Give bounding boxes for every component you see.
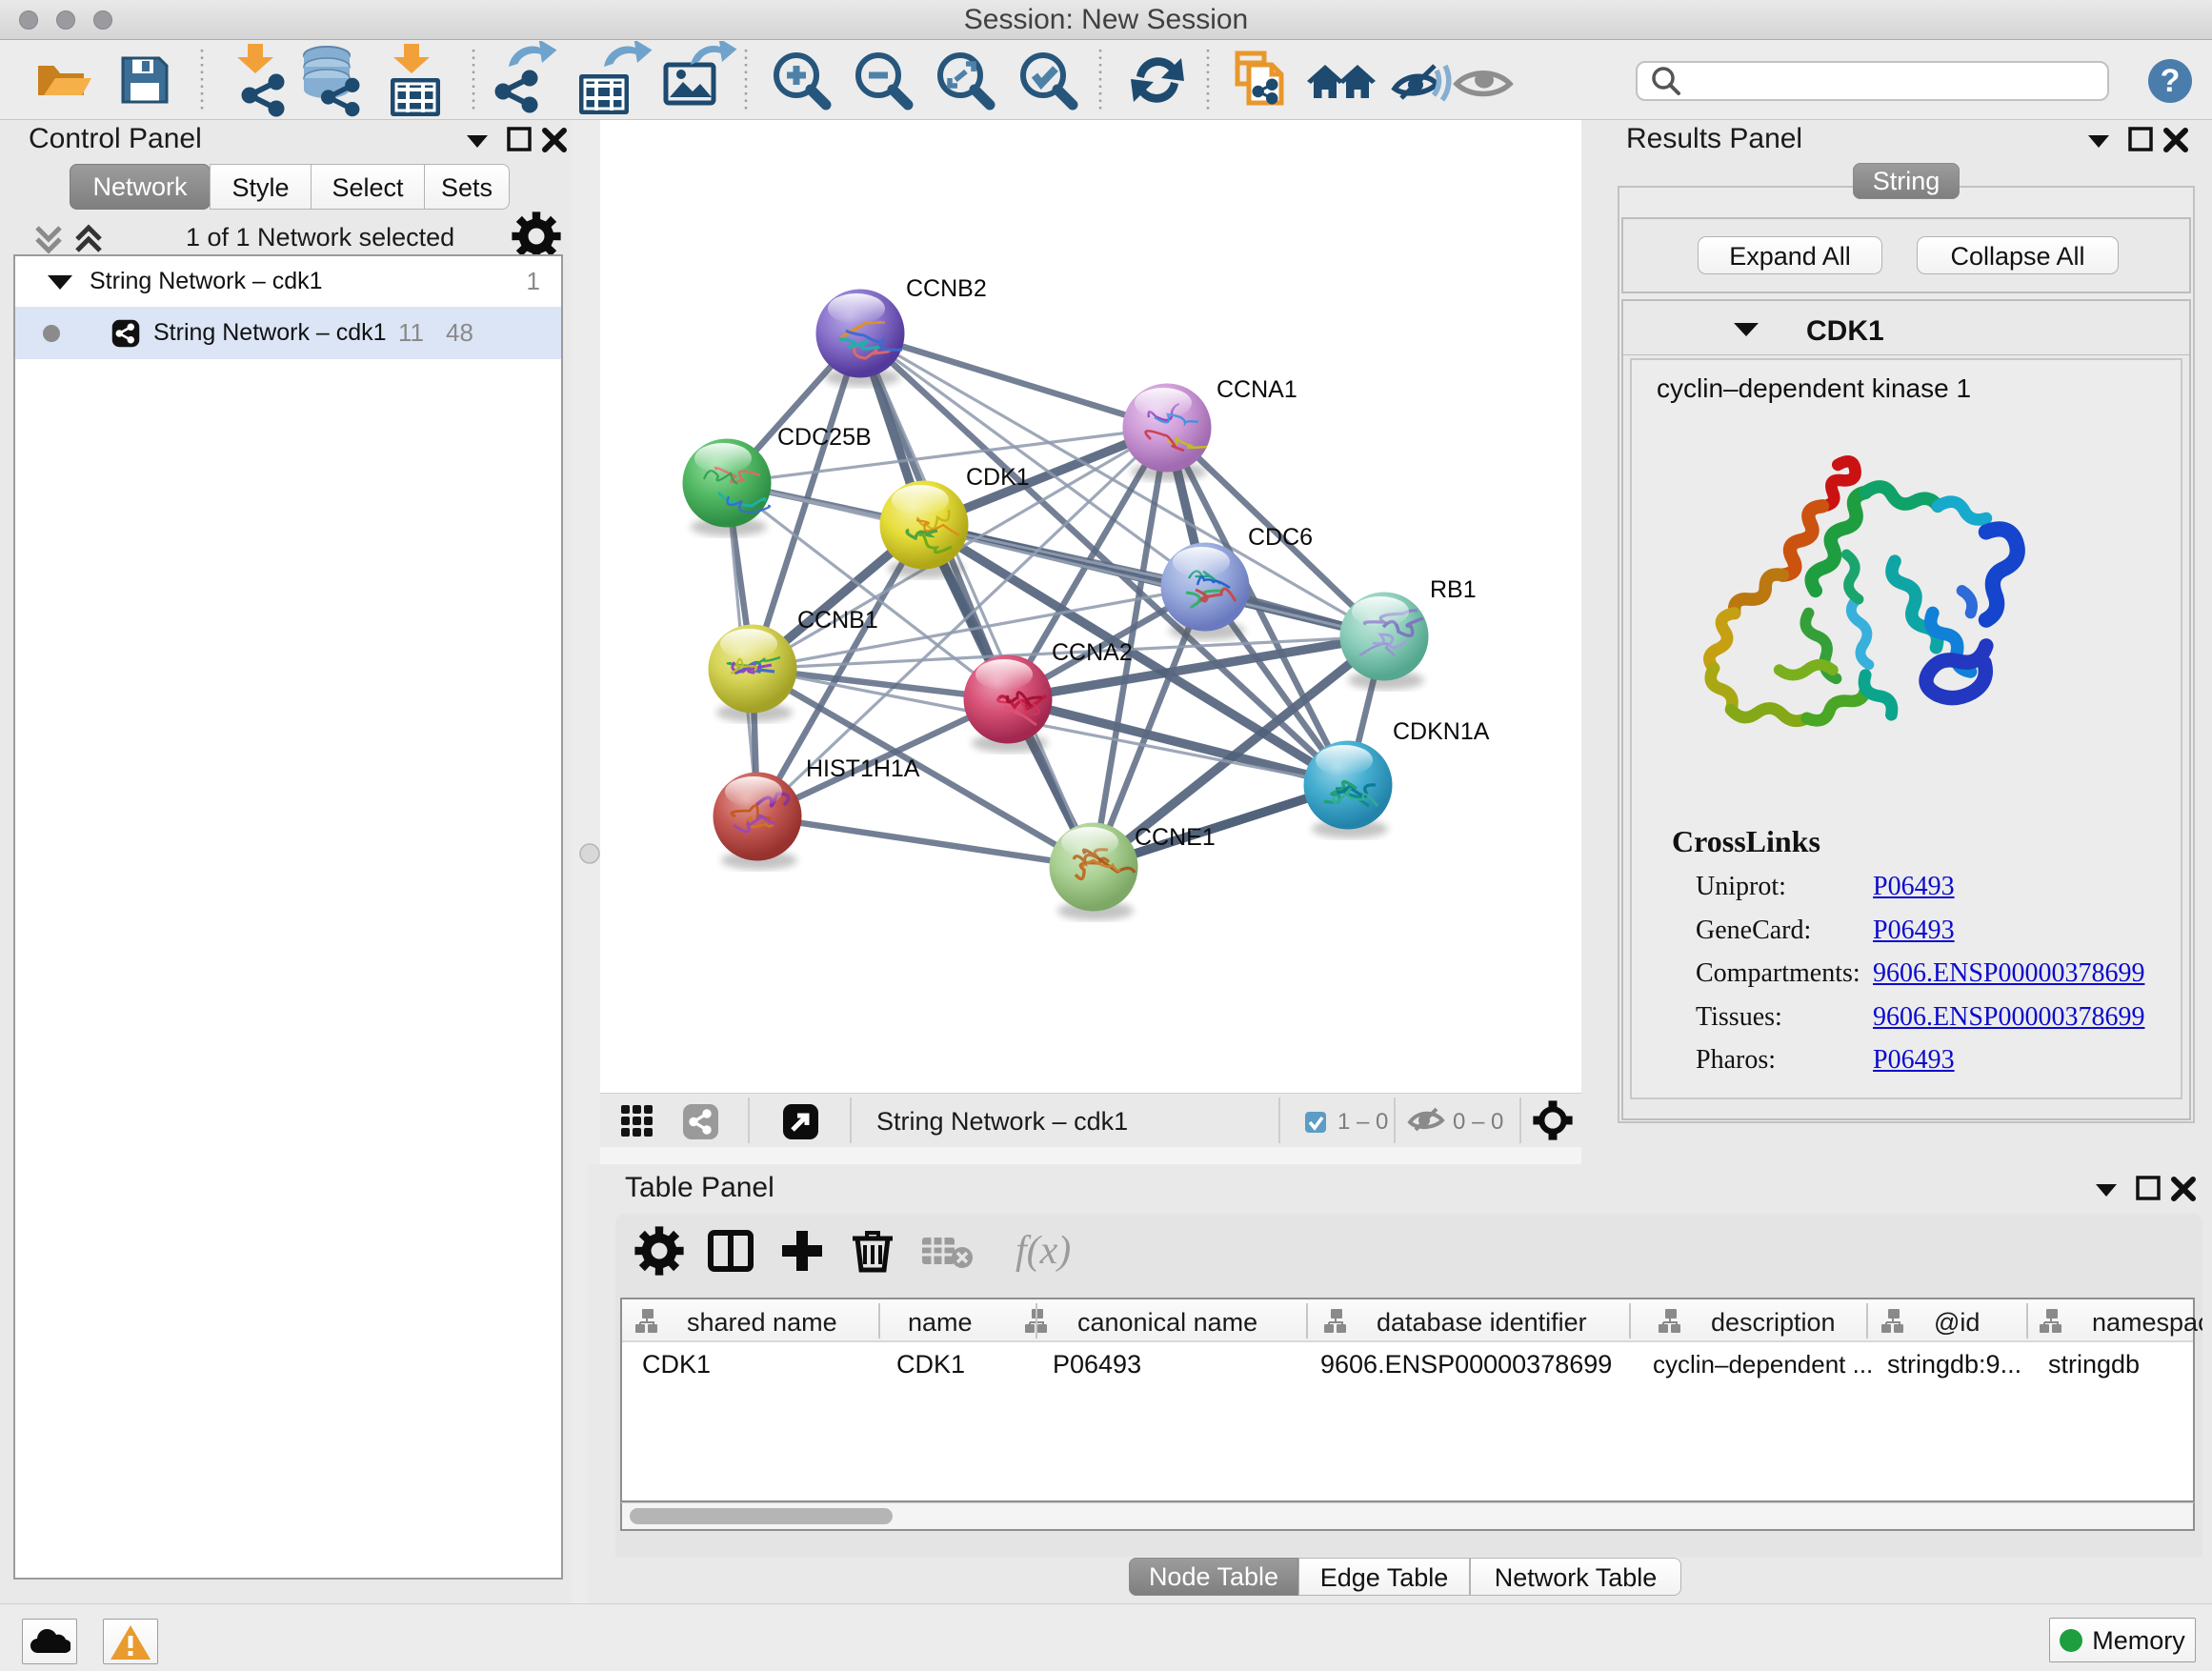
svg-text:CCNE1: CCNE1 <box>1135 824 1216 851</box>
svg-text:CDKN1A: CDKN1A <box>1393 718 1490 745</box>
svg-text:HIST1H1A: HIST1H1A <box>806 755 920 782</box>
svg-text:CCNB1: CCNB1 <box>797 607 878 634</box>
svg-text:namespace: namespace <box>2092 1308 2202 1337</box>
svg-text:?: ? <box>2161 63 2181 99</box>
svg-text:description: description <box>1711 1308 1836 1337</box>
svg-text:CCNA1: CCNA1 <box>1217 376 1297 403</box>
svg-text:shared name: shared name <box>687 1308 837 1337</box>
svg-text:@id: @id <box>1934 1308 1980 1337</box>
svg-text:CDC25B: CDC25B <box>777 424 872 451</box>
svg-text:canonical name: canonical name <box>1077 1308 1257 1337</box>
svg-text:f(x): f(x) <box>1016 1229 1071 1273</box>
svg-text:String Network – cdk1: String Network – cdk1 <box>876 1107 1128 1136</box>
svg-text:CDC6: CDC6 <box>1248 524 1313 551</box>
svg-text:database identifier: database identifier <box>1377 1308 1587 1337</box>
svg-text:RB1: RB1 <box>1430 576 1477 603</box>
svg-text:name: name <box>908 1308 973 1337</box>
svg-text:CCNB2: CCNB2 <box>906 275 987 302</box>
svg-text:CDK1: CDK1 <box>966 464 1030 491</box>
svg-text:1 – 0: 1 – 0 <box>1337 1109 1388 1135</box>
svg-text:0 – 0: 0 – 0 <box>1453 1109 1503 1135</box>
svg-text:CCNA2: CCNA2 <box>1052 639 1133 666</box>
